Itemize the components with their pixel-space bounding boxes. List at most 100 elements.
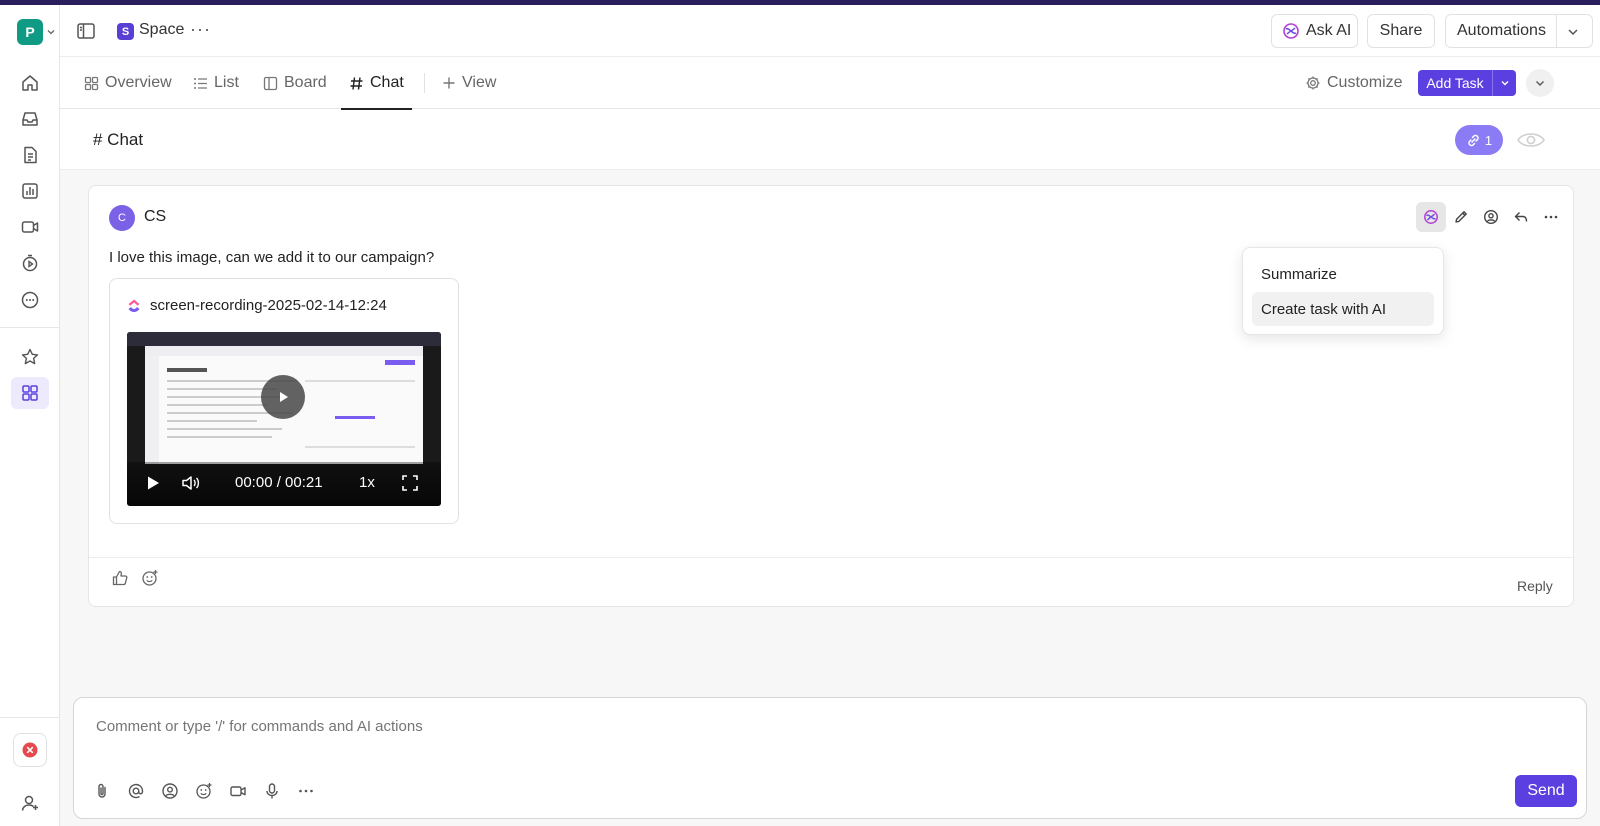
pencil-icon bbox=[1455, 211, 1467, 223]
playback-speed[interactable]: 1x bbox=[359, 474, 375, 491]
card-divider bbox=[89, 557, 1573, 558]
ai-brain-icon bbox=[1424, 210, 1438, 224]
board-icon bbox=[263, 76, 278, 90]
play-overlay-icon[interactable] bbox=[261, 375, 305, 419]
video-attachment[interactable]: screen-recording-2025-02-14-12:24 00:00 … bbox=[109, 278, 459, 524]
chevron-down-icon[interactable] bbox=[1566, 25, 1580, 39]
timesheets-icon[interactable] bbox=[18, 251, 42, 275]
user-circle-icon bbox=[1483, 209, 1499, 225]
rail-divider bbox=[0, 717, 60, 718]
send-button[interactable]: Send bbox=[1515, 775, 1577, 807]
tab-list[interactable]: List bbox=[193, 57, 239, 109]
menu-item-create-task-with-ai[interactable]: Create task with AI bbox=[1252, 292, 1434, 326]
collapse-header-button[interactable] bbox=[1526, 69, 1554, 97]
dashboards-icon[interactable] bbox=[18, 179, 42, 203]
chat-header: # Chat 1 bbox=[60, 110, 1600, 170]
split-divider bbox=[1556, 15, 1557, 47]
tab-label: Board bbox=[284, 74, 327, 91]
add-reaction-icon[interactable] bbox=[141, 569, 159, 587]
tab-label: Overview bbox=[105, 74, 172, 91]
message-composer: Send bbox=[73, 697, 1587, 819]
linked-items-pill[interactable]: 1 bbox=[1455, 125, 1503, 155]
more-horizontal-icon bbox=[1544, 215, 1558, 219]
reply-button[interactable] bbox=[1506, 202, 1536, 232]
automations-label: Automations bbox=[1457, 22, 1546, 39]
tab-separator bbox=[424, 73, 425, 93]
emoji-icon[interactable] bbox=[194, 781, 214, 801]
comment-input[interactable] bbox=[96, 718, 1496, 735]
assign-user-icon[interactable] bbox=[160, 781, 180, 801]
video-record-icon[interactable] bbox=[228, 781, 248, 801]
microphone-icon[interactable] bbox=[262, 781, 282, 801]
eye-icon[interactable] bbox=[1516, 127, 1546, 153]
assign-button[interactable] bbox=[1476, 202, 1506, 232]
workspace-avatar[interactable]: P bbox=[17, 19, 43, 45]
thumbs-up-icon[interactable] bbox=[111, 569, 129, 587]
message-author[interactable]: CS bbox=[144, 208, 166, 226]
share-label: Share bbox=[1379, 22, 1423, 39]
home-icon[interactable] bbox=[18, 71, 42, 95]
fullscreen-icon[interactable] bbox=[401, 474, 419, 492]
tab-board[interactable]: Board bbox=[263, 57, 327, 109]
more-horizontal-icon[interactable] bbox=[296, 781, 316, 801]
add-task-button[interactable]: Add Task bbox=[1418, 70, 1516, 96]
automations-button[interactable]: Automations bbox=[1445, 14, 1593, 48]
close-circle-icon[interactable] bbox=[13, 733, 47, 767]
more-options-button[interactable] bbox=[1536, 202, 1566, 232]
message-text: I love this image, can we add it to our … bbox=[109, 249, 435, 266]
linked-count: 1 bbox=[1484, 132, 1493, 148]
tab-overview[interactable]: Overview bbox=[84, 57, 172, 109]
link-icon bbox=[1468, 134, 1479, 146]
breadcrumb-space-name[interactable]: Space bbox=[139, 21, 184, 39]
reply-icon bbox=[1514, 212, 1528, 222]
message-toolbar bbox=[1416, 202, 1566, 232]
top-bar: S Space ··· Ask AI Share Automations bbox=[60, 5, 1600, 57]
left-rail: P bbox=[0, 5, 60, 826]
space-badge[interactable]: S bbox=[117, 23, 134, 40]
video-player[interactable]: 00:00 / 00:21 1x bbox=[127, 332, 441, 506]
tab-label: Chat bbox=[370, 74, 404, 91]
clickup-logo-icon bbox=[128, 299, 140, 312]
add-task-label: Add Task bbox=[1426, 75, 1484, 91]
more-circle-icon[interactable] bbox=[18, 288, 42, 312]
star-icon[interactable] bbox=[18, 345, 42, 369]
customize-label: Customize bbox=[1327, 74, 1403, 91]
tab-chat[interactable]: Chat bbox=[341, 57, 412, 110]
attachment-icon[interactable] bbox=[92, 781, 112, 801]
inbox-icon[interactable] bbox=[18, 107, 42, 131]
chevron-down-icon bbox=[1536, 81, 1544, 86]
avatar[interactable]: C bbox=[109, 205, 135, 231]
spaces-grid-icon[interactable] bbox=[11, 377, 49, 409]
view-tabs: Overview List Board Chat View Customize … bbox=[60, 57, 1600, 110]
add-view-button[interactable]: View bbox=[442, 57, 496, 109]
ai-brain-icon bbox=[1283, 23, 1299, 39]
chevron-down-icon[interactable] bbox=[46, 27, 56, 37]
customize-button[interactable]: Customize bbox=[1305, 57, 1403, 109]
attachment-file-name[interactable]: screen-recording-2025-02-14-12:24 bbox=[150, 297, 387, 314]
share-button[interactable]: Share bbox=[1367, 14, 1435, 48]
volume-icon[interactable] bbox=[181, 474, 201, 492]
hash-icon bbox=[350, 76, 363, 90]
sidebar-toggle-icon[interactable] bbox=[76, 21, 96, 41]
more-options-icon[interactable]: ··· bbox=[190, 19, 211, 40]
invite-user-icon[interactable] bbox=[18, 791, 42, 815]
docs-icon[interactable] bbox=[18, 143, 42, 167]
play-icon[interactable] bbox=[145, 474, 161, 492]
overview-icon bbox=[84, 76, 99, 90]
reply-link[interactable]: Reply bbox=[1517, 578, 1553, 594]
ask-ai-button[interactable]: Ask AI bbox=[1271, 14, 1358, 48]
video-controls: 00:00 / 00:21 1x bbox=[127, 462, 441, 506]
video-clips-icon[interactable] bbox=[18, 215, 42, 239]
rail-divider bbox=[0, 327, 60, 328]
channel-title: # Chat bbox=[93, 130, 144, 149]
mention-icon[interactable] bbox=[126, 781, 146, 801]
plus-icon bbox=[443, 77, 455, 89]
ai-actions-button[interactable] bbox=[1416, 202, 1446, 232]
list-icon bbox=[194, 77, 207, 89]
ai-actions-menu: Summarize Create task with AI bbox=[1242, 247, 1444, 335]
reactions-bar bbox=[111, 569, 159, 587]
composer-toolbar bbox=[92, 781, 316, 801]
menu-item-summarize[interactable]: Summarize bbox=[1252, 257, 1434, 291]
edit-button[interactable] bbox=[1446, 202, 1476, 232]
chevron-down-icon[interactable] bbox=[1493, 78, 1516, 88]
